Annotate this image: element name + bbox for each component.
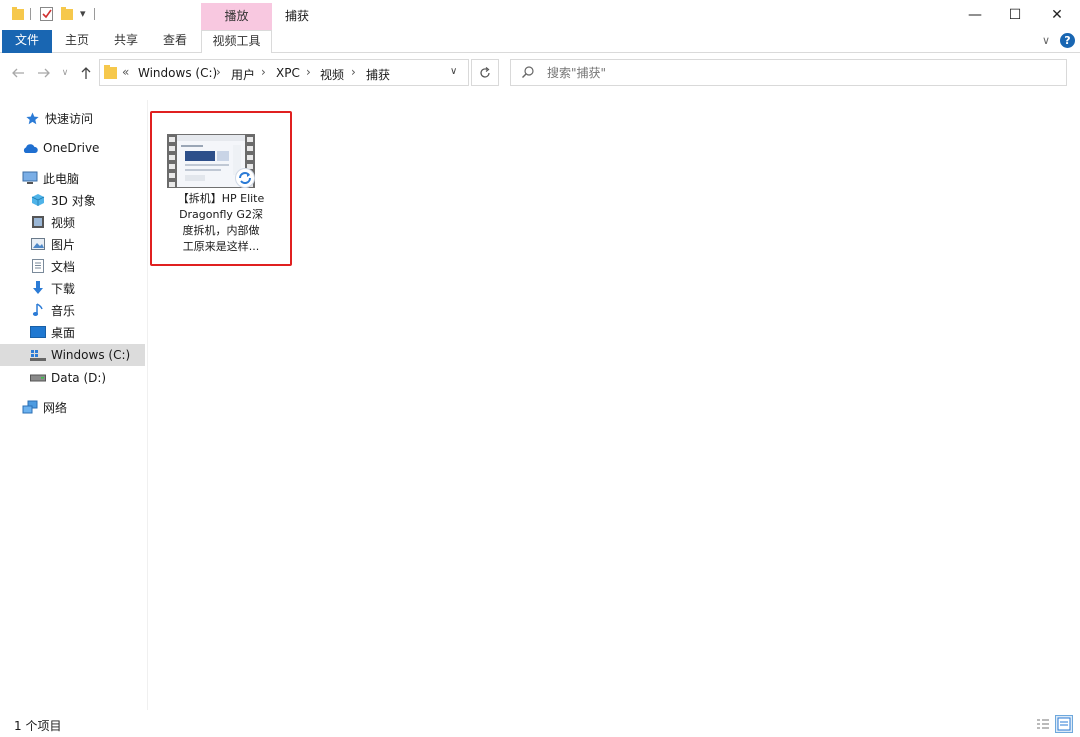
breadcrumb-overflow[interactable]: « (122, 65, 129, 79)
nav-item-quick-access[interactable]: 快速访问 (0, 107, 145, 129)
search-box[interactable] (510, 59, 1067, 86)
tab-share[interactable]: 共享 (107, 30, 145, 53)
nav-item-label: 图片 (51, 237, 76, 252)
breadcrumb-item[interactable]: XPC (276, 66, 300, 80)
folder-icon (12, 7, 24, 21)
picture-icon (30, 237, 46, 251)
arrow-right-icon (38, 68, 50, 78)
music-icon (30, 303, 46, 317)
cube-icon (30, 193, 46, 207)
tab-view[interactable]: 查看 (156, 30, 194, 53)
up-button[interactable] (76, 62, 96, 84)
chevron-right-icon[interactable]: › (216, 65, 221, 79)
maximize-button[interactable]: ☐ (992, 0, 1038, 30)
chevron-right-icon[interactable]: › (306, 65, 311, 79)
title-bar: ▾ 播放 捕获 — ☐ ✕ (0, 0, 1080, 30)
nav-item-downloads[interactable]: 下载 (0, 277, 145, 299)
nav-item-windows-c[interactable]: Windows (C:) (0, 344, 145, 366)
context-tab-header: 播放 (201, 3, 272, 30)
nav-item-label: 音乐 (51, 303, 76, 318)
nav-item-desktop[interactable]: 桌面 (0, 321, 145, 343)
nav-item-network[interactable]: 网络 (0, 396, 145, 418)
network-icon (22, 400, 38, 414)
search-icon (521, 65, 535, 79)
nav-item-3d-objects[interactable]: 3D 对象 (0, 189, 145, 211)
nav-item-music[interactable]: 音乐 (0, 299, 145, 321)
large-icons-view-icon[interactable] (1055, 715, 1073, 733)
item-count: 1 个项目 (14, 719, 62, 733)
breadcrumb-item[interactable]: 用户 (231, 66, 255, 83)
nav-item-label: 下载 (51, 281, 76, 296)
tab-file[interactable]: 文件 (2, 30, 52, 53)
star-icon (24, 111, 40, 125)
drive-icon (30, 371, 46, 385)
ribbon-expand-icon[interactable]: ∨ (1042, 34, 1050, 47)
qat-separator (30, 8, 31, 20)
nav-item-pictures[interactable]: 图片 (0, 233, 145, 255)
nav-item-label: Windows (C:) (51, 348, 131, 362)
forward-button[interactable] (34, 62, 54, 84)
chevron-right-icon[interactable]: › (261, 65, 266, 79)
nav-item-label: 桌面 (51, 325, 76, 340)
back-button[interactable] (8, 62, 28, 84)
nav-item-label: 网络 (43, 400, 68, 415)
nav-item-data-d[interactable]: Data (D:) (0, 367, 145, 389)
nav-item-label: 此电脑 (43, 171, 80, 186)
nav-item-onedrive[interactable]: OneDrive (0, 137, 145, 159)
status-bar: 1 个项目 (0, 712, 1080, 737)
window-title: 捕获 (285, 9, 310, 23)
nav-item-label: 3D 对象 (51, 193, 96, 208)
search-input[interactable] (547, 65, 1047, 81)
breadcrumb-item[interactable]: Windows (C:) (138, 66, 217, 80)
close-button[interactable]: ✕ (1034, 0, 1080, 30)
arrow-left-icon (12, 68, 24, 78)
properties-icon[interactable] (40, 7, 53, 21)
nav-item-label: OneDrive (43, 141, 100, 155)
sync-icon (235, 168, 255, 188)
desktop-icon (30, 325, 46, 339)
nav-item-label: 文档 (51, 259, 76, 274)
video-icon (30, 215, 46, 229)
qat-separator (94, 8, 95, 20)
file-tile[interactable]: 【拆机】HP Elite Dragonfly G2深 度拆机，内部做 工原来是这… (150, 111, 292, 266)
breadcrumb-item[interactable]: 捕获 (366, 66, 390, 83)
new-folder-icon[interactable] (61, 7, 73, 21)
refresh-icon (480, 66, 490, 78)
film-strip-left (167, 134, 177, 188)
file-name: 【拆机】HP Elite Dragonfly G2深 度拆机，内部做 工原来是这… (162, 191, 280, 255)
nav-item-label: 视频 (51, 215, 76, 230)
help-icon[interactable]: ? (1060, 33, 1075, 48)
folder-icon (104, 65, 118, 83)
breadcrumb-item[interactable]: 视频 (320, 66, 344, 83)
computer-icon (22, 171, 38, 185)
file-name-line: 工原来是这样... (182, 240, 260, 253)
nav-item-label: Data (D:) (51, 371, 107, 385)
file-name-line: 度拆机，内部做 (182, 224, 260, 237)
address-bar[interactable]: « Windows (C:) › 用户 › XPC › 视频 › 捕获 ∨ (99, 59, 469, 86)
file-name-line: 【拆机】HP Elite (177, 192, 265, 205)
tab-video-tools[interactable]: 视频工具 (201, 30, 272, 53)
details-view-icon[interactable] (1034, 715, 1052, 733)
nav-item-documents[interactable]: 文档 (0, 255, 145, 277)
cloud-icon (22, 141, 38, 155)
nav-item-label: 快速访问 (45, 111, 94, 126)
refresh-button[interactable] (471, 59, 499, 86)
document-icon (30, 259, 46, 273)
nav-item-videos[interactable]: 视频 (0, 211, 145, 233)
arrow-up-icon (81, 67, 91, 79)
nav-item-this-pc[interactable]: 此电脑 (0, 167, 145, 189)
chevron-right-icon[interactable]: › (351, 65, 356, 79)
download-icon (30, 281, 46, 295)
navigation-pane: 快速访问 OneDrive 此电脑 3D 对象 视频 图片 文档 下载 音乐 桌… (0, 100, 148, 710)
tab-home[interactable]: 主页 (58, 30, 96, 53)
qat-dropdown-icon[interactable]: ▾ (80, 7, 86, 20)
file-name-line: Dragonfly G2深 (179, 208, 263, 221)
windows-drive-icon (30, 348, 46, 362)
recent-locations-button[interactable]: ∨ (58, 62, 72, 84)
chevron-down-icon[interactable]: ∨ (450, 66, 457, 77)
